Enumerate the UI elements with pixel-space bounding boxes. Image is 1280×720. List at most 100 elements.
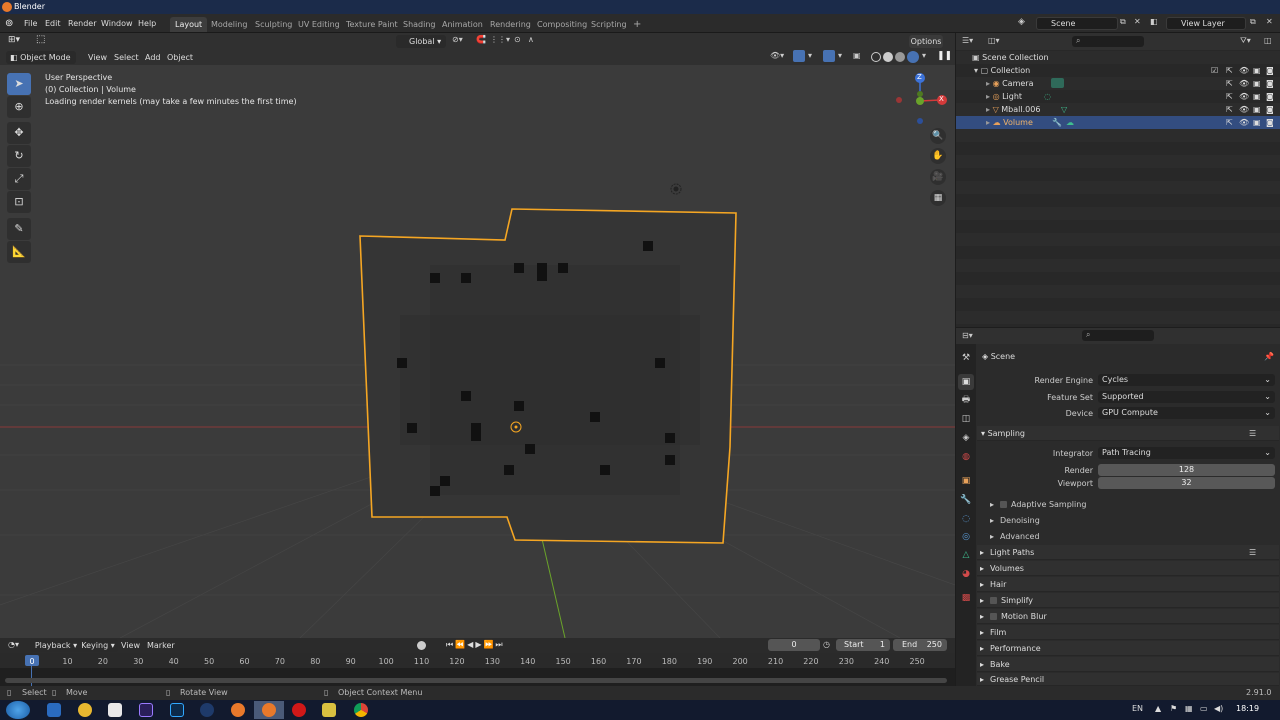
menu-help[interactable]: Help bbox=[138, 17, 156, 30]
object-data-tab-icon[interactable]: △ bbox=[958, 547, 974, 563]
view-layer-icon[interactable]: ◧ bbox=[1150, 17, 1158, 26]
presets-list-icon[interactable]: ☰ bbox=[1249, 426, 1256, 441]
gizmo-dropdown-icon[interactable]: ▾ bbox=[808, 51, 812, 60]
scale-tool[interactable]: ⤢ bbox=[7, 168, 31, 190]
taskbar-notepad-icon[interactable] bbox=[108, 703, 122, 717]
taskbar-explorer-icon[interactable] bbox=[322, 703, 336, 717]
new-collection-icon[interactable]: ◫ bbox=[1264, 36, 1272, 45]
language-indicator[interactable]: EN bbox=[1132, 704, 1143, 713]
visibility-icon[interactable]: 👁▾ bbox=[770, 51, 784, 60]
eye-icon[interactable]: 👁 bbox=[1239, 103, 1249, 116]
rendered-shading-icon[interactable] bbox=[907, 51, 919, 63]
advanced-subpanel[interactable]: ▸ Advanced bbox=[988, 529, 1279, 544]
render-icon[interactable]: ◙ bbox=[1266, 64, 1274, 77]
tab-layout[interactable]: Layout bbox=[170, 17, 208, 32]
motion-blur-panel[interactable]: ▸ Motion Blur bbox=[977, 609, 1279, 624]
film-panel[interactable]: ▸ Film bbox=[977, 625, 1279, 640]
outliner-item-camera[interactable]: ▸ ◉ Camera ⇱ 👁 ▣ ◙ bbox=[956, 77, 1280, 90]
outliner-item-volume[interactable]: ▸ ☁ Volume 🔧 ☁ ⇱ 👁 ▣ ◙ bbox=[956, 116, 1280, 129]
overlay-dropdown-icon[interactable]: ▾ bbox=[838, 51, 842, 60]
selectable-icon[interactable]: ⇱ bbox=[1226, 103, 1233, 116]
record-icon[interactable] bbox=[417, 641, 426, 650]
light-object[interactable] bbox=[670, 183, 682, 195]
outliner-item-collection[interactable]: ▾ ▢ Collection ☑ ⇱ 👁 ▣ ◙ bbox=[956, 64, 1280, 77]
tab-sculpting[interactable]: Sculpting bbox=[250, 17, 297, 32]
taskbar-chrome-icon[interactable] bbox=[354, 703, 368, 717]
material-tab-icon[interactable]: ◕ bbox=[958, 566, 974, 582]
tab-scripting[interactable]: Scripting bbox=[586, 17, 632, 32]
tool-tab-icon[interactable]: ⚒ bbox=[958, 350, 974, 366]
wireframe-shading-icon[interactable] bbox=[871, 52, 881, 62]
light-paths-panel[interactable]: ▸ Light Paths ☰ bbox=[977, 545, 1279, 560]
taskbar-norton-icon[interactable] bbox=[78, 703, 92, 717]
volume-object[interactable] bbox=[359, 208, 737, 544]
display-mode-icon[interactable]: ◫▾ bbox=[988, 36, 1000, 45]
outliner-editor-icon[interactable]: ☰▾ bbox=[962, 36, 973, 45]
outliner-root-row[interactable]: ▣ Scene Collection bbox=[956, 51, 1280, 64]
scene-field[interactable]: Scene bbox=[1036, 17, 1118, 30]
adaptive-sampling-subpanel[interactable]: ▸ Adaptive Sampling bbox=[988, 497, 1279, 512]
integrator-select[interactable]: Path Tracing ⌄ bbox=[1098, 447, 1275, 459]
solid-shading-icon[interactable] bbox=[883, 52, 893, 62]
playback-menu[interactable]: Playback ▾ bbox=[30, 639, 82, 652]
selectable-icon[interactable]: ⇱ bbox=[1226, 77, 1233, 90]
menu-window[interactable]: Window bbox=[101, 17, 133, 30]
outliner-item-light[interactable]: ▸ ◎ Light ◌ ⇱ 👁 ▣ ◙ bbox=[956, 90, 1280, 103]
ortho-grid-icon[interactable]: ▦ bbox=[930, 190, 946, 206]
end-frame-field[interactable]: End 250 bbox=[893, 639, 947, 651]
menu-edit[interactable]: Edit bbox=[45, 17, 61, 30]
menu-render[interactable]: Render bbox=[68, 17, 96, 30]
taskbar-photoshop-icon[interactable] bbox=[170, 703, 184, 717]
selectable-icon[interactable]: ⇱ bbox=[1226, 90, 1233, 103]
xray-icon[interactable]: ▣ bbox=[853, 51, 861, 60]
network-icon[interactable]: ▦ bbox=[1185, 704, 1193, 713]
proportional-edit-icon[interactable]: ⊙ bbox=[514, 35, 521, 44]
flag-icon[interactable]: ⚑ bbox=[1170, 704, 1177, 713]
volumes-panel[interactable]: ▸ Volumes bbox=[977, 561, 1279, 576]
expand-arrow-icon[interactable]: ▸ bbox=[986, 105, 990, 114]
options-button[interactable]: Options ▾ bbox=[909, 35, 943, 59]
timeline-scrollbar[interactable] bbox=[5, 678, 947, 683]
menu-select[interactable]: Select bbox=[114, 51, 139, 64]
camera-render-icon[interactable]: ▣ bbox=[1253, 64, 1261, 77]
taskbar-blender-icon[interactable] bbox=[231, 703, 245, 717]
start-frame-field[interactable]: Start 1 bbox=[836, 639, 890, 651]
device-select[interactable]: GPU Compute ⌄ bbox=[1098, 407, 1275, 419]
camera-view-icon[interactable]: 🎥 bbox=[930, 169, 946, 185]
tab-shading[interactable]: Shading bbox=[398, 17, 441, 32]
scene-tab-icon[interactable]: ◈ bbox=[958, 430, 974, 446]
zoom-icon[interactable]: 🔍 bbox=[930, 128, 946, 144]
camera-render-icon[interactable]: ▣ bbox=[1253, 103, 1261, 116]
world-tab-icon[interactable]: ◍ bbox=[958, 449, 974, 465]
select-box-tool[interactable]: ➤ bbox=[7, 73, 31, 95]
feature-set-select[interactable]: Supported ⌄ bbox=[1098, 391, 1275, 403]
eye-icon[interactable]: 👁 bbox=[1239, 90, 1249, 103]
snap-target-icon[interactable]: ⋮⋮▾ bbox=[490, 35, 510, 44]
marker-menu[interactable]: Marker bbox=[147, 639, 175, 652]
rotate-tool[interactable]: ↻ bbox=[7, 145, 31, 167]
windows-start-icon[interactable] bbox=[6, 701, 30, 719]
gizmo-toggle-icon[interactable] bbox=[793, 50, 805, 62]
snap-icon[interactable]: 🧲 bbox=[476, 35, 486, 44]
playback-controls-icon[interactable]: ⏮⏪◀▶⏩⏭ bbox=[446, 640, 505, 650]
particles-tab-icon[interactable]: ◌ bbox=[958, 511, 974, 527]
select-tool-icon[interactable]: ⬚ bbox=[36, 34, 45, 45]
tab-texture-paint[interactable]: Texture Paint bbox=[341, 17, 403, 32]
tab-modeling[interactable]: Modeling bbox=[206, 17, 252, 32]
sampling-panel-header[interactable]: ▾ Sampling ☰ bbox=[977, 426, 1279, 441]
timeline-editor-icon[interactable]: ◔▾ bbox=[8, 640, 19, 649]
tab-uv-editing[interactable]: UV Editing bbox=[293, 17, 345, 32]
render-samples-field[interactable]: 128 bbox=[1098, 464, 1275, 476]
pin-icon[interactable]: 📌 bbox=[1264, 350, 1274, 364]
eye-icon[interactable]: 👁 bbox=[1239, 77, 1249, 90]
current-frame-field[interactable]: 0 bbox=[768, 639, 820, 651]
timeline[interactable]: 0 10 20 30 40 50 60 70 80 90 100 110 120 130 140 150 160… bbox=[0, 653, 955, 686]
menu-file[interactable]: File bbox=[24, 17, 37, 30]
cursor-tool[interactable]: ⊕ bbox=[7, 96, 31, 118]
grease-pencil-panel[interactable]: ▸ Grease Pencil bbox=[977, 673, 1279, 686]
render-tab-icon[interactable]: ▣ bbox=[958, 374, 974, 390]
transform-tool[interactable]: ⊡ bbox=[7, 191, 31, 213]
tray-arrow-icon[interactable]: ▲ bbox=[1155, 704, 1161, 713]
expand-arrow-icon[interactable]: ▸ bbox=[986, 79, 990, 88]
include-checkbox-icon[interactable]: ☑ bbox=[1211, 64, 1218, 77]
